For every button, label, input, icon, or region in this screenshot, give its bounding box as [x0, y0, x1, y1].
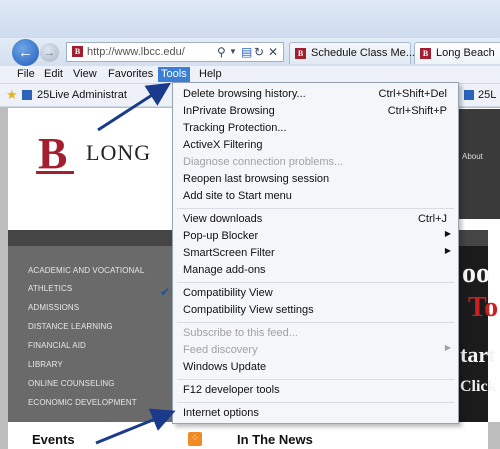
arrow-to-tools-menu: [97, 82, 172, 132]
annotation-arrows: [95, 82, 176, 445]
arrow-to-internet-options: [95, 408, 176, 445]
